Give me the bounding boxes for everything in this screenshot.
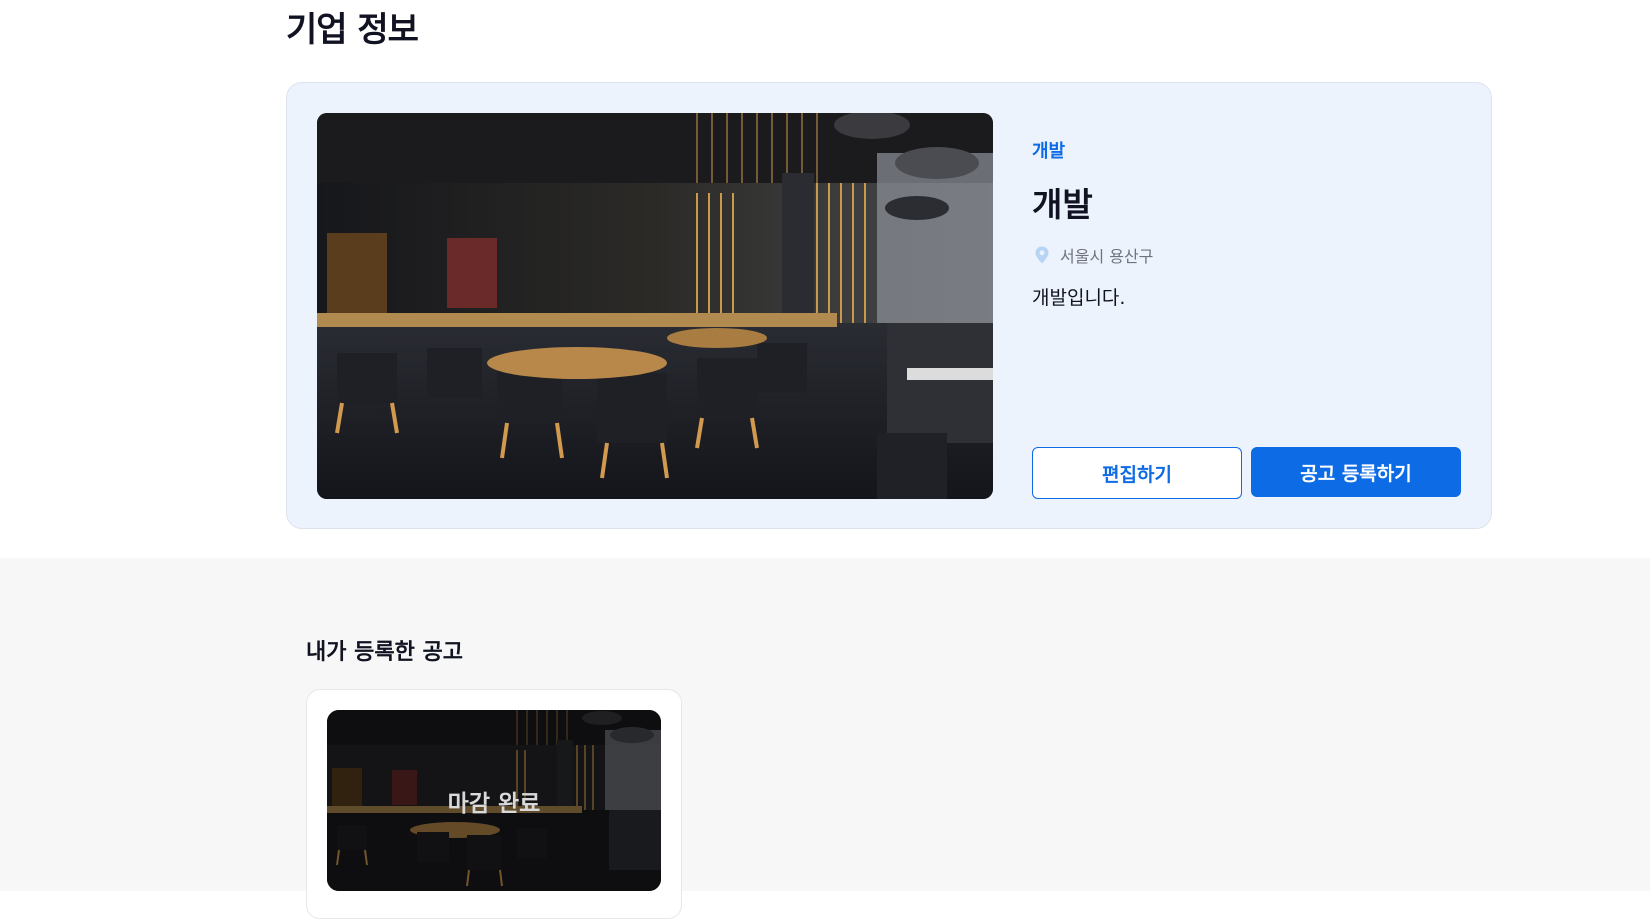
- job-post-photo: 마감 완료: [327, 710, 661, 891]
- job-post-card[interactable]: 마감 완료: [306, 689, 682, 919]
- map-pin-icon: [1035, 246, 1049, 264]
- location-text: 서울시 용산구: [1060, 247, 1154, 266]
- page-title: 기업 정보: [286, 10, 419, 50]
- post-job-button[interactable]: 공고 등록하기: [1251, 447, 1461, 497]
- closed-overlay: 마감 완료: [327, 710, 661, 891]
- company-location: 서울시 용산구: [1032, 243, 1153, 267]
- company-photo: [317, 113, 993, 499]
- company-category: 개발: [1032, 141, 1066, 162]
- edit-button[interactable]: 편집하기: [1032, 447, 1242, 499]
- my-posts-section: 내가 등록한 공고 마감 완료: [0, 558, 1650, 919]
- section-title: 내가 등록한 공고: [306, 640, 463, 665]
- company-info-section: 기업 정보 개발 개발 서울시 용산구 개발입니다. 편집하기 공고 등록하기: [0, 0, 1650, 558]
- closed-status-label: 마감 완료: [447, 790, 541, 817]
- company-name: 개발: [1032, 185, 1093, 224]
- company-card: 개발 개발 서울시 용산구 개발입니다. 편집하기 공고 등록하기: [286, 82, 1492, 529]
- company-description: 개발입니다.: [1032, 287, 1126, 309]
